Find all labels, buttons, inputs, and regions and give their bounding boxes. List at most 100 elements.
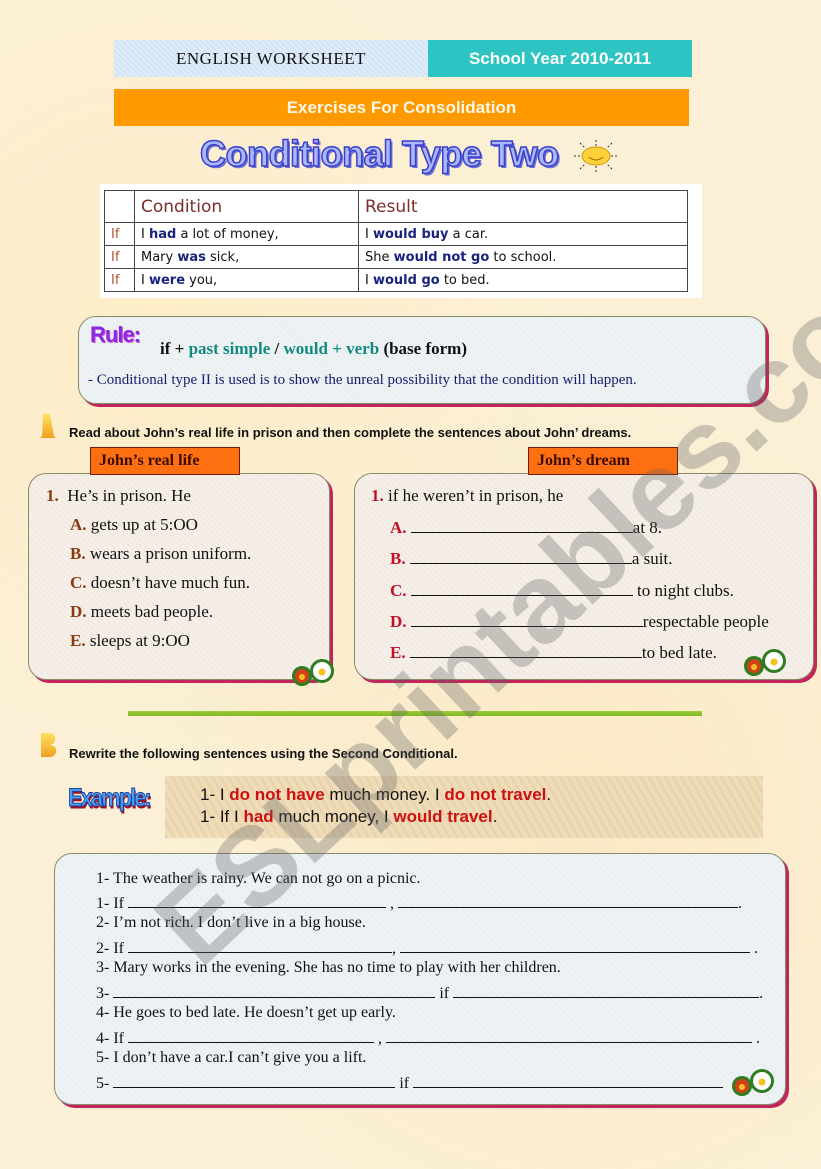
- exercise-answer-row: 4- If , .: [96, 1027, 760, 1048]
- answer-prefix: 1- If: [96, 895, 124, 912]
- answer-blank-5a[interactable]: [113, 1072, 396, 1088]
- ex-text: .: [546, 785, 552, 804]
- answer-joiner: if: [399, 1075, 410, 1092]
- section-a-letter-icon: [40, 414, 56, 438]
- exercise-answer-row: 5- if: [96, 1072, 724, 1093]
- example-line-1: 1- I do not have much money. I do not tr…: [200, 785, 551, 805]
- keyword: would buy: [372, 226, 449, 242]
- item-letter: D.: [70, 602, 87, 621]
- answer-joiner: ,: [391, 940, 396, 957]
- worksheet-label: ENGLISH WORKSHEET: [114, 40, 428, 77]
- sun-icon: [574, 140, 618, 172]
- section-b-letter-icon: [41, 733, 57, 757]
- intro-number: 1.: [371, 486, 384, 505]
- example-line-2: 1- If I had much money, I would travel.: [200, 807, 497, 827]
- item-letter: D.: [390, 612, 407, 631]
- result-cell: I would go to bed.: [358, 268, 688, 292]
- formula-if: if +: [160, 339, 189, 358]
- answer-blank-c[interactable]: [410, 580, 633, 596]
- answer-blank-1a[interactable]: [127, 892, 386, 908]
- answer-joiner: if: [439, 985, 450, 1002]
- answer-blank-1b[interactable]: [397, 892, 738, 908]
- grammar-table: Condition Result If I had a lot of money…: [104, 190, 688, 292]
- ex-text: 1- If I: [200, 807, 244, 826]
- ex-text: much money, I: [273, 807, 394, 826]
- dream-item: A. at 8.: [390, 517, 662, 538]
- condition-cell: I had a lot of money,: [134, 222, 359, 246]
- page-title: Conditional Type Two: [199, 132, 560, 175]
- answer-end: .: [755, 1030, 760, 1047]
- answer-blank-a[interactable]: [410, 517, 633, 533]
- answer-end: .: [753, 940, 758, 957]
- item-text: doesn’t have much fun.: [90, 573, 251, 592]
- answer-end: .: [737, 895, 742, 912]
- section-a-instruction: Read about John’s real life in prison an…: [69, 425, 632, 440]
- if-cell: If: [104, 245, 135, 269]
- intro-text: if he weren’t in prison, he: [388, 486, 564, 505]
- table-header-row: Condition Result: [104, 190, 688, 223]
- item-suffix: a suit.: [631, 549, 673, 568]
- section-b-instruction: Rewrite the following sentences using th…: [69, 746, 458, 761]
- exercise-answer-row: 2- If , .: [96, 937, 758, 958]
- flowers-icon: [732, 1069, 774, 1096]
- exercise-sentence: 4- He goes to bed late. He doesn’t get u…: [96, 1004, 396, 1021]
- answer-blank-e[interactable]: [409, 642, 642, 658]
- real-life-intro: 1. He’s in prison. He: [46, 486, 191, 506]
- rule-box: [78, 316, 766, 404]
- ex-text: 1- I: [200, 785, 230, 804]
- flowers-icon: [744, 649, 786, 676]
- exercise-answer-row: 1- If , .: [96, 892, 742, 913]
- answer-joiner: ,: [389, 895, 394, 912]
- condition-cell: I were you,: [134, 268, 359, 292]
- answer-blank-2b[interactable]: [399, 937, 750, 953]
- ex-highlight: had: [243, 807, 274, 826]
- ex-highlight: do not have: [229, 785, 325, 804]
- if-cell: If: [104, 268, 135, 292]
- answer-blank-5b[interactable]: [413, 1072, 724, 1088]
- answer-blank-3b[interactable]: [453, 982, 760, 998]
- answer-end: .: [759, 985, 764, 1002]
- answer-blank-d[interactable]: [410, 611, 643, 627]
- dream-item: E. to bed late.: [390, 642, 717, 663]
- rule-description: - Conditional type II is used is to show…: [88, 372, 637, 388]
- keyword: was: [177, 249, 206, 265]
- rewrite-box: [54, 853, 786, 1105]
- answer-prefix: 3-: [96, 985, 110, 1002]
- exercise-answer-row: 3- if .: [96, 982, 763, 1003]
- keyword: would not go: [393, 249, 490, 265]
- section-divider: [128, 711, 702, 716]
- list-item: A. gets up at 5:OO: [70, 515, 198, 535]
- item-letter: A.: [70, 515, 87, 534]
- answer-blank-2a[interactable]: [127, 937, 392, 953]
- intro-number: 1.: [46, 486, 59, 505]
- item-letter: A.: [390, 518, 407, 537]
- exercise-sentence: 2- I’m not rich. I don’t live in a big h…: [96, 914, 366, 931]
- column-header-result: Result: [358, 190, 688, 223]
- answer-prefix: 4- If: [96, 1030, 124, 1047]
- answer-blank-3a[interactable]: [113, 982, 436, 998]
- example-label: Example:: [68, 783, 153, 813]
- exercise-sentence: 1- The weather is rainy. We can not go o…: [96, 870, 421, 887]
- text: to school.: [489, 249, 557, 265]
- answer-blank-4a[interactable]: [127, 1027, 374, 1043]
- item-letter: B.: [70, 544, 86, 563]
- column-header-blank: [104, 190, 135, 223]
- answer-blank-b[interactable]: [409, 548, 632, 564]
- exercises-band: Exercises For Consolidation: [114, 89, 689, 126]
- exercise-sentence: 5- I don’t have a car.I can’t give you a…: [96, 1049, 367, 1066]
- list-item: C. doesn’t have much fun.: [70, 573, 250, 593]
- item-suffix: to night clubs.: [632, 581, 734, 600]
- text: She: [365, 249, 394, 265]
- list-item: D. meets bad people.: [70, 602, 213, 622]
- dream-item: D. respectable people: [390, 611, 769, 632]
- text: you,: [185, 272, 218, 288]
- table-row: If Mary was sick, She would not go to sc…: [104, 245, 688, 269]
- dream-tag: John’s dream: [528, 447, 678, 475]
- condition-cell: Mary was sick,: [134, 245, 359, 269]
- intro-text: He’s in prison. He: [67, 486, 191, 505]
- answer-prefix: 5-: [96, 1075, 110, 1092]
- formula-base-form: (base form): [379, 339, 467, 358]
- flowers-icon: [292, 659, 334, 686]
- answer-blank-4b[interactable]: [385, 1027, 752, 1043]
- item-letter: E.: [390, 643, 406, 662]
